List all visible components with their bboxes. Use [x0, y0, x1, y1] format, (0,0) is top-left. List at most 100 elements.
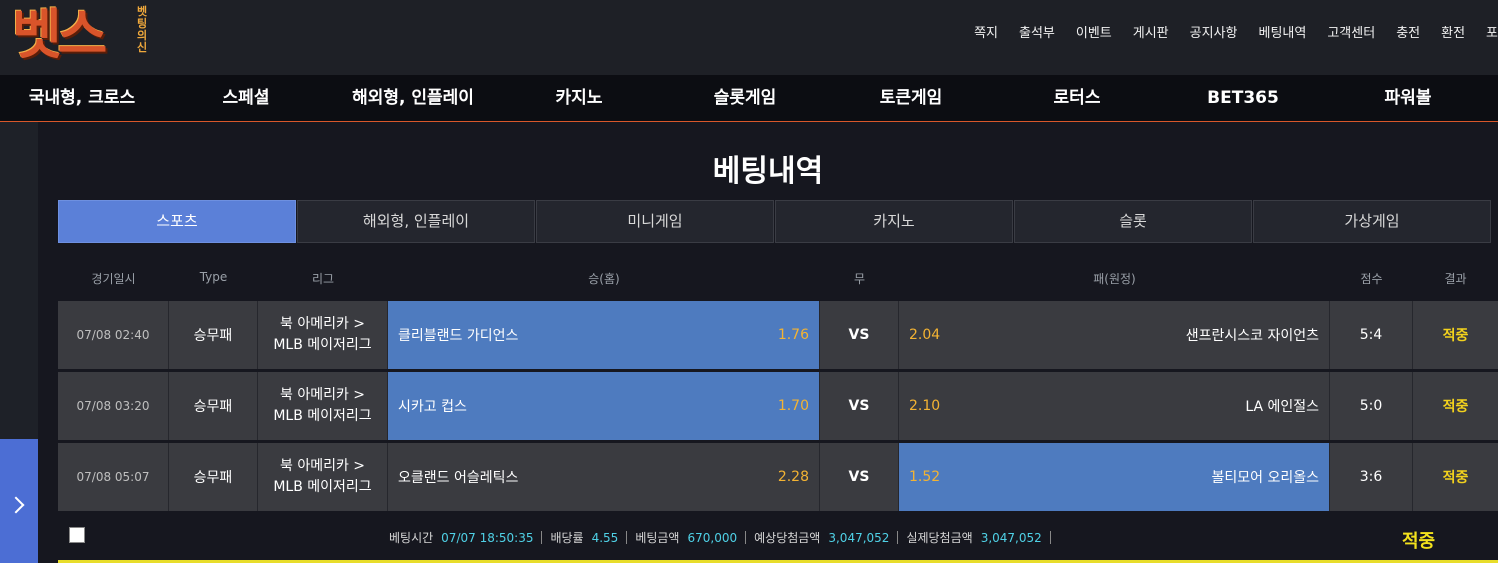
main-nav-item[interactable]: BET365 — [1207, 75, 1279, 121]
main-content: 베팅내역 스포츠 해외형, 인플레이 미니게임 카지노 슬롯 가상게임 경기일시 Type 리… — [38, 122, 1498, 563]
match-score: 3:6 — [1330, 443, 1413, 511]
league-name: MLB 메이저리그 — [273, 408, 372, 424]
main-nav-item[interactable]: 스페셜 — [223, 75, 270, 121]
summary-divider — [626, 531, 628, 544]
main-nav-item[interactable]: 파워볼 — [1385, 75, 1432, 121]
top-nav-item[interactable]: 포 — [1486, 22, 1498, 41]
tab-1[interactable]: 해외형, 인플레이 — [297, 200, 535, 243]
top-nav-item[interactable]: 출석부 — [1019, 22, 1055, 41]
summary-divider — [1049, 531, 1051, 544]
bet-time-value: 07/07 18:50:35 — [441, 530, 534, 545]
actual-label: 실제당첨금액 — [906, 531, 973, 545]
main-nav-item[interactable]: 토큰게임 — [880, 75, 943, 121]
away-team-name: 샌프란시스코 자이언츠 — [1185, 328, 1319, 344]
summary-divider — [745, 531, 747, 544]
category-tabs: 스포츠 해외형, 인플레이 미니게임 카지노 슬롯 가상게임 — [58, 200, 1498, 243]
column-header: 리그 — [311, 272, 335, 286]
top-nav-item[interactable]: 충전 — [1396, 22, 1420, 41]
home-team-cell[interactable]: 시카고 컵스 1.70 — [388, 372, 820, 440]
table-row: 07/08 03:20 승무패 북 아메리카 > MLB 메이저리그 시카고 컵스 1.7… — [58, 372, 1498, 440]
bet-summary: 베팅시간 07/07 18:50:35 배당률 4.55 베팅금액 670,00… — [58, 515, 1498, 563]
main-nav: 국내형, 크로스 스페셜 해외형, 인플레이 카지노 슬롯게임 토큰게임 로터스 BET365… — [0, 75, 1498, 122]
logo-sub-text: 벳팅의신 — [136, 5, 148, 54]
main-nav-item[interactable]: 로터스 — [1054, 75, 1101, 121]
match-date: 07/08 05:07 — [58, 443, 169, 511]
summary-info: 베팅시간 07/07 18:50:35 배당률 4.55 베팅금액 670,00… — [389, 529, 1059, 546]
home-odds: 2.28 — [777, 469, 809, 485]
select-checkbox[interactable] — [69, 527, 85, 543]
draw-cell[interactable]: VS — [820, 372, 899, 440]
tab-4[interactable]: 슬롯 — [1014, 200, 1252, 243]
top-nav-item[interactable]: 환전 — [1441, 22, 1465, 41]
away-team-cell[interactable]: 2.04 샌프란시스코 자이언츠 — [899, 301, 1330, 369]
main-nav-item[interactable]: 슬롯게임 — [714, 75, 777, 121]
bet-type: 승무패 — [169, 372, 258, 440]
away-team-name: LA 에인절스 — [1245, 399, 1319, 415]
home-team-name: 시카고 컵스 — [398, 399, 467, 415]
column-header: 승(홈) — [588, 272, 620, 286]
column-header: 패(원정) — [1093, 272, 1136, 286]
top-nav: 쪽지 출석부 이벤트 게시판 공지사항 베팅내역 고객센터 충전 환전 포 — [953, 0, 1498, 62]
draw-cell[interactable]: VS — [820, 301, 899, 369]
match-result: 적중 — [1442, 328, 1469, 344]
column-header: Type — [199, 270, 228, 284]
match-date: 07/08 03:20 — [58, 372, 169, 440]
top-nav-item[interactable]: 게시판 — [1133, 22, 1169, 41]
main-nav-item[interactable]: 해외형, 인플레이 — [352, 75, 474, 121]
home-team-cell[interactable]: 클리블랜드 가디언스 1.76 — [388, 301, 820, 369]
tab-0[interactable]: 스포츠 — [58, 200, 296, 243]
league-region: 북 아메리카 > — [279, 387, 366, 403]
table-row: 07/08 05:07 승무패 북 아메리카 > MLB 메이저리그 오클랜드 어슬레틱… — [58, 443, 1498, 511]
chevron-right-icon — [7, 496, 25, 514]
draw-cell[interactable]: VS — [820, 443, 899, 511]
away-team-cell[interactable]: 1.52 볼티모어 오리올스 — [899, 443, 1330, 511]
league-region: 북 아메리카 > — [279, 316, 366, 332]
amount-label: 베팅금액 — [635, 531, 680, 545]
top-nav-item[interactable]: 공지사항 — [1190, 22, 1238, 41]
column-header: 점수 — [1360, 272, 1383, 286]
column-header: 결과 — [1444, 272, 1467, 286]
home-odds: 1.70 — [777, 398, 809, 414]
league-cell: 북 아메리카 > MLB 메이저리그 — [258, 372, 388, 440]
match-result: 적중 — [1442, 399, 1469, 415]
league-region: 북 아메리카 > — [279, 458, 366, 474]
away-odds: 2.10 — [909, 398, 941, 414]
match-score: 5:0 — [1330, 372, 1413, 440]
bet-time-label: 베팅시간 — [389, 531, 434, 545]
sidebar-toggle-button[interactable] — [0, 439, 38, 563]
top-nav-item[interactable]: 베팅내역 — [1259, 22, 1307, 41]
tab-3[interactable]: 카지노 — [775, 200, 1013, 243]
away-odds: 2.04 — [909, 327, 941, 343]
main-nav-item[interactable]: 카지노 — [556, 75, 603, 121]
table-header: 경기일시 Type 리그 승(홈) 무 패(원정) 점수 결과 — [58, 270, 1498, 292]
away-team-name: 볼티모어 오리올스 — [1211, 470, 1320, 486]
match-date: 07/08 02:40 — [58, 301, 169, 369]
league-cell: 북 아메리카 > MLB 메이저리그 — [258, 443, 388, 511]
home-team-name: 클리블랜드 가디언스 — [398, 328, 519, 344]
home-odds: 1.76 — [777, 327, 809, 343]
home-team-name: 오클랜드 어슬레틱스 — [398, 470, 519, 486]
bet-type: 승무패 — [169, 443, 258, 511]
odds-value: 4.55 — [591, 530, 619, 545]
table-row: 07/08 02:40 승무패 북 아메리카 > MLB 메이저리그 클리블랜드 가디언… — [58, 301, 1498, 369]
main-nav-item[interactable]: 국내형, 크로스 — [29, 75, 135, 121]
top-bar: 벳스 벳팅의신 쪽지 출석부 이벤트 게시판 공지사항 베팅내역 고객센터 충전 환전 포 — [0, 0, 1498, 75]
tab-2[interactable]: 미니게임 — [536, 200, 774, 243]
home-team-cell[interactable]: 오클랜드 어슬레틱스 2.28 — [388, 443, 820, 511]
match-result: 적중 — [1442, 470, 1469, 486]
bet-type: 승무패 — [169, 301, 258, 369]
away-odds: 1.52 — [909, 469, 941, 485]
tab-5[interactable]: 가상게임 — [1253, 200, 1491, 243]
summary-divider — [541, 531, 543, 544]
top-nav-item[interactable]: 쪽지 — [974, 22, 998, 41]
summary-divider — [897, 531, 899, 544]
site-logo[interactable]: 벳스 벳팅의신 — [12, 2, 152, 68]
league-name: MLB 메이저리그 — [273, 479, 372, 495]
top-nav-item[interactable]: 고객센터 — [1327, 22, 1375, 41]
top-nav-item[interactable]: 이벤트 — [1076, 22, 1112, 41]
league-cell: 북 아메리카 > MLB 메이저리그 — [258, 301, 388, 369]
expected-label: 예상당첨금액 — [754, 531, 821, 545]
away-team-cell[interactable]: 2.10 LA 에인절스 — [899, 372, 1330, 440]
logo-main-text: 벳스 — [12, 3, 107, 66]
summary-result: 적중 — [1402, 531, 1436, 552]
